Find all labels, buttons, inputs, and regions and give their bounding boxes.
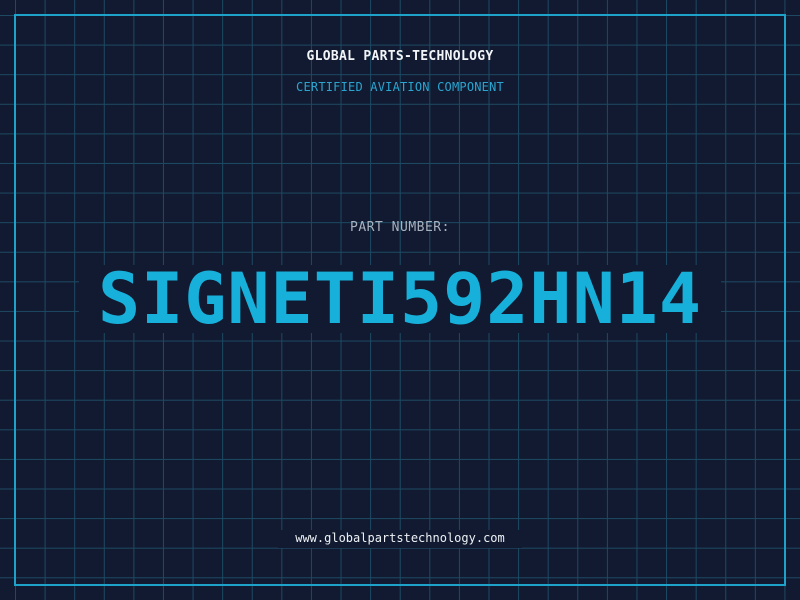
part-label-card: GLOBAL PARTS-TECHNOLOGY CERTIFIED AVIATI…	[0, 0, 800, 600]
part-number-label: PART NUMBER:	[350, 220, 450, 235]
certification-subtitle: CERTIFIED AVIATION COMPONENT	[296, 80, 504, 94]
website-url: www.globalpartstechnology.com	[295, 531, 505, 545]
company-name: GLOBAL PARTS-TECHNOLOGY	[306, 49, 494, 64]
part-number-value: SIGNETI592HN14	[97, 258, 702, 340]
